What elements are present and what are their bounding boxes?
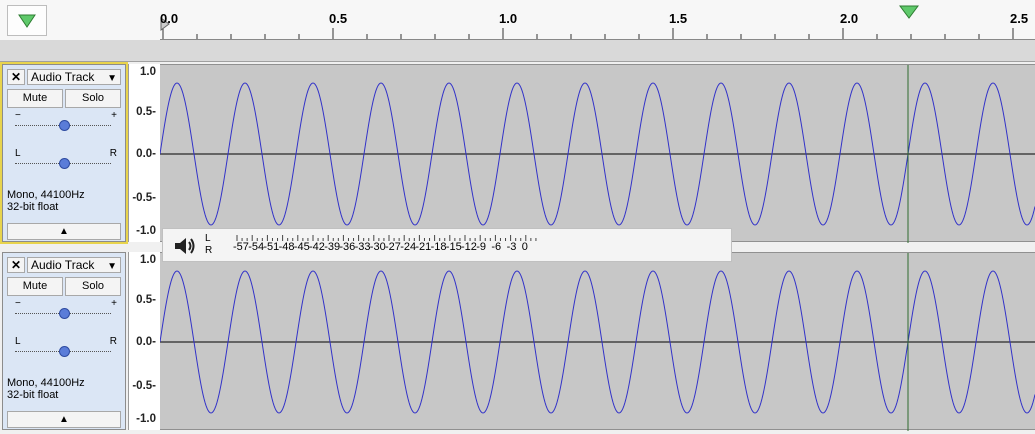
pan-slider-thumb[interactable] [59,158,70,169]
chevron-down-icon: ▼ [107,261,117,272]
gain-minus-label: − [15,298,21,309]
gain-plus-label: + [111,298,117,309]
waveform-area[interactable] [160,64,1035,243]
close-track-button[interactable]: ✕ [7,257,25,273]
pan-slider[interactable]: L R [11,148,119,173]
ruler-label-4: 2.0 [840,11,859,26]
scale-label: 1.0 [140,66,156,78]
track-name-menu[interactable]: Audio Track ▼ [27,69,121,85]
collapse-track-button[interactable]: ▲ [7,223,121,240]
track-control-panel[interactable]: ✕ Audio Track ▼ Mute Solo − + L R Mono, … [2,252,126,430]
gain-minus-label: − [15,110,21,121]
meter-scale[interactable]: -57 -54 -51 -48 -45 -42 -39 -36 -33 -30 -27 -24 -21-… [223,235,723,259]
scale-label: 0.5- [136,294,156,306]
track-control-panel[interactable]: ✕ Audio Track ▼ Mute Solo − + L R Mono, … [0,62,128,244]
scale-label: 1.0 [140,254,156,266]
pan-right-label: R [109,148,117,159]
waveform [160,253,1035,431]
mute-button[interactable]: Mute [7,89,63,108]
triangle-up-icon: ▲ [59,414,69,425]
pan-slider-thumb[interactable] [59,346,70,357]
gain-plus-label: + [111,110,117,121]
meter-channel-left: L [205,233,211,244]
track-format-depth: 32-bit float [7,201,59,213]
ruler-separator [0,40,1035,62]
scale-label: 0.0- [136,148,156,160]
playback-meter-toolbar[interactable]: L R -57 -54 -51 -48 -45 -42 -39 -36 -33 -30 -27 -24… [162,228,732,262]
vertical-scale: 1.0 0.5- 0.0- -0.5- -1.0 [128,252,160,430]
gain-slider[interactable]: − + [11,298,119,323]
ruler-ticks [160,17,1035,40]
gain-slider-thumb[interactable] [59,120,70,131]
scale-label: 0.5- [136,106,156,118]
ruler-label-5: 2.5 [1010,11,1029,26]
ruler-label-3: 1.5 [669,11,688,26]
ruler-label-0: 0.0 [160,11,179,26]
gain-slider[interactable]: − + [11,110,119,135]
scale-label: -1.0 [136,413,156,425]
track-name-label: Audio Track [31,70,95,84]
track-format-rate: Mono, 44100Hz [7,377,85,389]
vertical-scale: 1.0 0.5- 0.0- -0.5- -1.0 [128,64,160,242]
waveform-area[interactable] [160,252,1035,431]
audio-track-1[interactable]: ✕ Audio Track ▼ Mute Solo − + L R Mono, … [0,62,1035,244]
timeline-ruler[interactable]: 0.0 0.5 1.0 1.5 2.0 2.5 [0,0,1035,40]
pan-left-label: L [15,148,21,159]
chevron-down-icon: ▼ [107,73,117,84]
speaker-icon[interactable] [173,236,197,256]
gain-slider-thumb[interactable] [59,308,70,319]
waveform [160,65,1035,243]
track-format-info: Mono, 44100Hz 32-bit float [7,377,85,401]
scale-label: -0.5- [132,380,156,392]
ruler-label-1: 0.5 [329,11,348,26]
meter-channel-labels: L R [205,233,212,257]
green-triangle-down-icon[interactable] [898,4,920,20]
close-track-button[interactable]: ✕ [7,69,25,85]
track-name-label: Audio Track [31,258,95,272]
audio-track-2[interactable]: ✕ Audio Track ▼ Mute Solo − + L R Mono, … [0,250,1035,432]
track-format-info: Mono, 44100Hz 32-bit float [7,189,85,213]
track-name-menu[interactable]: Audio Track ▼ [27,257,121,273]
mute-button[interactable]: Mute [7,277,63,296]
track-format-rate: Mono, 44100Hz [7,189,85,201]
scale-label: -1.0 [136,225,156,237]
solo-button[interactable]: Solo [65,277,121,296]
triangle-up-icon: ▲ [59,226,69,237]
scale-label: 0.0- [136,336,156,348]
pan-slider[interactable]: L R [11,336,119,361]
scale-label: -0.5- [132,192,156,204]
collapse-track-button[interactable]: ▲ [7,411,121,428]
ruler-label-2: 1.0 [499,11,518,26]
pan-right-label: R [109,336,117,347]
track-format-depth: 32-bit float [7,389,59,401]
solo-button[interactable]: Solo [65,89,121,108]
meter-channel-right: R [205,245,213,256]
meter-ticks [236,235,537,241]
pan-left-label: L [15,336,21,347]
